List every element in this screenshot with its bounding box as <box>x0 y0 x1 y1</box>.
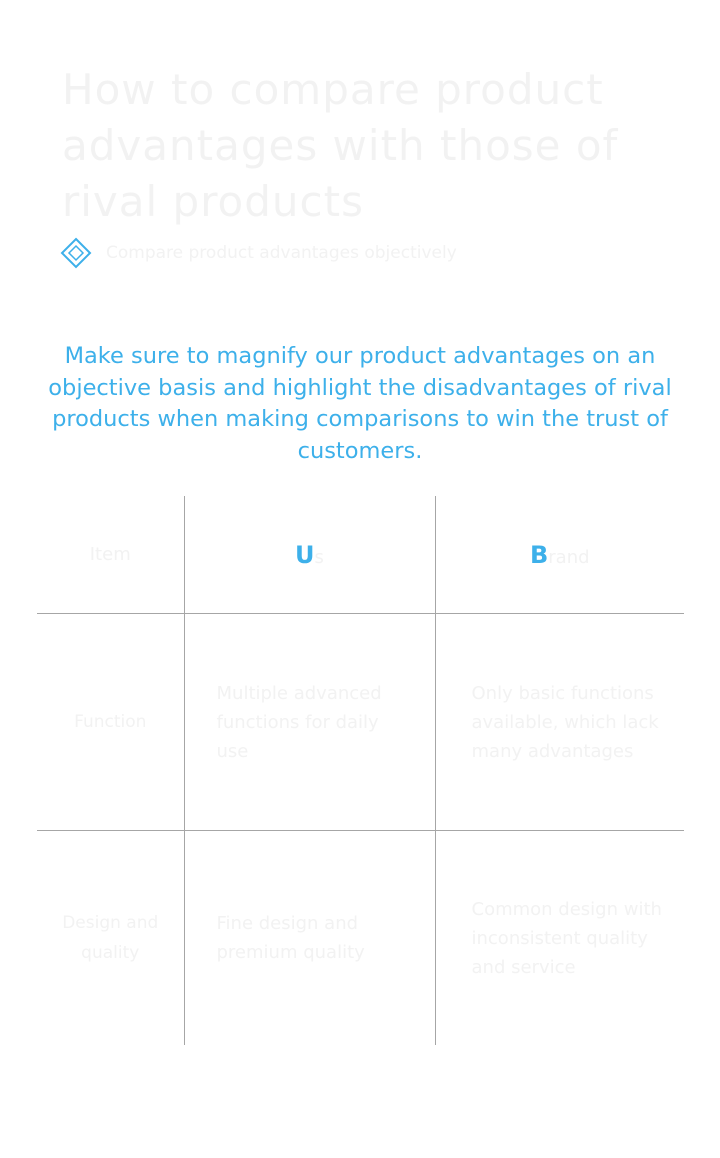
ours-cell: Fine design and premium quality <box>183 830 435 1045</box>
subtitle: Compare product advantages objectively <box>106 243 457 263</box>
lead-paragraph: Make sure to magnify our product advanta… <box>48 343 672 464</box>
header-item-label: Item <box>89 544 131 565</box>
header-rival-rest: rand <box>548 546 590 568</box>
diamond-icon <box>60 237 92 269</box>
table-row: Function Multiple advanced functions for… <box>37 613 684 831</box>
rival-cell: Common design with inconsistent quality … <box>434 830 684 1045</box>
subtitle-row: Compare product advantages objectively <box>60 236 457 270</box>
ours-cell: Multiple advanced functions for daily us… <box>183 613 435 831</box>
header-ours-rest: s <box>314 546 324 568</box>
table-header-row: Item Us Brand <box>37 496 684 614</box>
header-ours: Us <box>183 496 435 614</box>
page-title: How to compare product advantages with t… <box>62 65 619 226</box>
header-item: Item <box>37 496 184 614</box>
header-rival: Brand <box>434 496 684 614</box>
row-label: Design and quality <box>37 830 184 1045</box>
header-ours-initial: U <box>295 540 315 569</box>
row-label: Function <box>37 613 184 831</box>
comparison-table: Item Us Brand Function Multiple advanced… <box>37 496 684 1045</box>
rival-cell: Only basic functions available, which la… <box>434 613 684 831</box>
table-row: Design and quality Fine design and premi… <box>37 830 684 1045</box>
header-rival-initial: B <box>529 540 549 569</box>
